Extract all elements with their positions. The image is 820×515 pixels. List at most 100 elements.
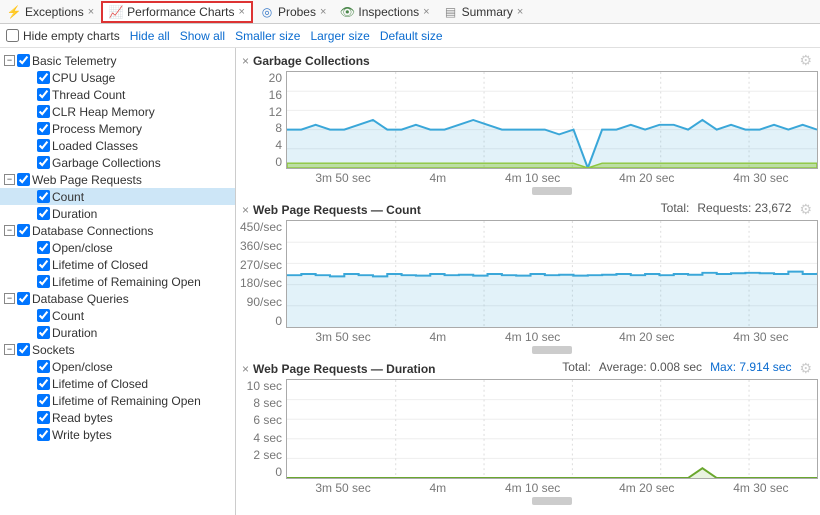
tree-checkbox[interactable] [17,173,30,186]
tree-checkbox[interactable] [37,207,50,220]
tab-icon: ▤ [444,5,458,19]
collapse-icon[interactable]: − [4,55,15,66]
tree-item[interactable]: Read bytes [0,409,235,426]
tree-checkbox[interactable] [37,258,50,271]
tree-checkbox[interactable] [17,224,30,237]
tree-group[interactable]: − Web Page Requests [0,171,235,188]
tree-item[interactable]: Loaded Classes [0,137,235,154]
tree-item[interactable]: Open/close [0,358,235,375]
scroll-thumb[interactable] [532,497,572,505]
tree-checkbox[interactable] [37,275,50,288]
tree-checkbox[interactable] [37,105,50,118]
tree-checkbox[interactable] [37,377,50,390]
smaller-size-link[interactable]: Smaller size [235,29,300,43]
show-all-link[interactable]: Show all [180,29,225,43]
tree-group[interactable]: −Sockets [0,341,235,358]
tree-checkbox[interactable] [37,326,50,339]
stat-total-label: Total: [562,360,591,377]
tree-checkbox[interactable] [37,88,50,101]
tree-group[interactable]: −Basic Telemetry [0,52,235,69]
default-size-link[interactable]: Default size [380,29,443,43]
tree-item-label: CLR Heap Memory [52,105,155,119]
tree-item[interactable]: Count [0,307,235,324]
scroll-thumb[interactable] [532,187,572,195]
close-icon[interactable]: × [423,6,429,18]
x-tick: 4m 10 sec [505,481,560,495]
tree-group[interactable]: − Database Connections [0,222,235,239]
tree-item-label: Read bytes [52,411,113,425]
tree-checkbox[interactable] [37,394,50,407]
gear-icon[interactable]: ⚙ [799,52,812,69]
scroll-thumb[interactable] [532,346,572,354]
tree-item[interactable]: CPU Usage [0,69,235,86]
tree-item[interactable]: Lifetime of Closed [0,256,235,273]
gear-icon[interactable]: ⚙ [799,360,812,377]
tab-inspections[interactable]: 👁Inspections× [333,1,436,23]
tab-summary[interactable]: ▤ Summary × [437,1,531,23]
collapse-icon[interactable]: − [4,225,15,236]
tree-group-label: Web Page Requests [32,173,142,187]
tree-item[interactable]: Duration [0,205,235,222]
stat-max[interactable]: Max: 7.914 sec [710,360,791,377]
x-tick: 4m 20 sec [619,330,674,344]
hide-empty-checkbox[interactable]: Hide empty charts [6,29,120,43]
tree-checkbox[interactable] [37,428,50,441]
close-icon[interactable]: × [320,6,326,18]
collapse-icon[interactable]: − [4,174,15,185]
tab-label: Performance Charts [127,5,234,19]
tree-item[interactable]: Thread Count [0,86,235,103]
tree-checkbox[interactable] [37,156,50,169]
tab-performance-charts[interactable]: 📈Performance Charts× [101,1,253,23]
chart-block: ×Garbage Collections ⚙2016128403m 50 sec… [240,52,818,195]
chart-plot[interactable] [286,220,818,328]
tree-checkbox[interactable] [37,241,50,254]
tree-checkbox[interactable] [37,411,50,424]
tree-checkbox[interactable] [37,139,50,152]
tree-item[interactable]: Count [0,188,235,205]
tree-checkbox[interactable] [37,190,50,203]
collapse-icon[interactable]: − [4,344,15,355]
tree-item[interactable]: Write bytes [0,426,235,443]
tree-checkbox[interactable] [37,122,50,135]
chart-plot[interactable] [286,71,818,169]
tree-item[interactable]: Process Memory [0,120,235,137]
tree-checkbox[interactable] [37,71,50,84]
close-icon[interactable]: × [242,54,249,68]
tree-item[interactable]: Lifetime of Closed [0,375,235,392]
tab-probes[interactable]: ◎Probes× [253,1,333,23]
hide-empty-input[interactable] [6,29,19,42]
x-tick: 4m 20 sec [619,481,674,495]
collapse-icon[interactable]: − [4,293,15,304]
close-icon[interactable]: × [88,6,94,18]
tree-item[interactable]: CLR Heap Memory [0,103,235,120]
tree-item-label: Lifetime of Closed [52,258,148,272]
close-icon[interactable]: × [239,6,245,18]
y-tick: 0 [275,155,282,169]
chart-title: Garbage Collections [253,54,370,68]
tab-label: Summary [462,5,513,19]
tree-group[interactable]: −Database Queries [0,290,235,307]
tree-item[interactable]: Duration [0,324,235,341]
tree-item[interactable]: Lifetime of Remaining Open [0,392,235,409]
tree-checkbox[interactable] [37,309,50,322]
hide-all-link[interactable]: Hide all [130,29,170,43]
x-axis: 3m 50 sec4m4m 10 sec4m 20 sec4m 30 sec [240,479,818,495]
tree-item[interactable]: Garbage Collections [0,154,235,171]
tab-exceptions[interactable]: ⚡Exceptions× [0,1,101,23]
tree-item-label: Open/close [52,360,113,374]
chart-plot[interactable] [286,379,818,479]
chart-stats: Total: Average: 0.008 sec Max: 7.914 sec… [562,360,812,377]
close-icon[interactable]: × [517,6,523,18]
tab-icon: ⚡ [7,5,21,19]
tree-checkbox[interactable] [17,292,30,305]
tree-item[interactable]: Open/close [0,239,235,256]
close-icon[interactable]: × [242,203,249,217]
tree-item[interactable]: Lifetime of Remaining Open [0,273,235,290]
gear-icon[interactable]: ⚙ [799,201,812,218]
larger-size-link[interactable]: Larger size [310,29,369,43]
tree-checkbox[interactable] [37,360,50,373]
tree-checkbox[interactable] [17,54,30,67]
close-icon[interactable]: × [242,362,249,376]
tree-group-label: Database Connections [32,224,153,238]
tree-checkbox[interactable] [17,343,30,356]
